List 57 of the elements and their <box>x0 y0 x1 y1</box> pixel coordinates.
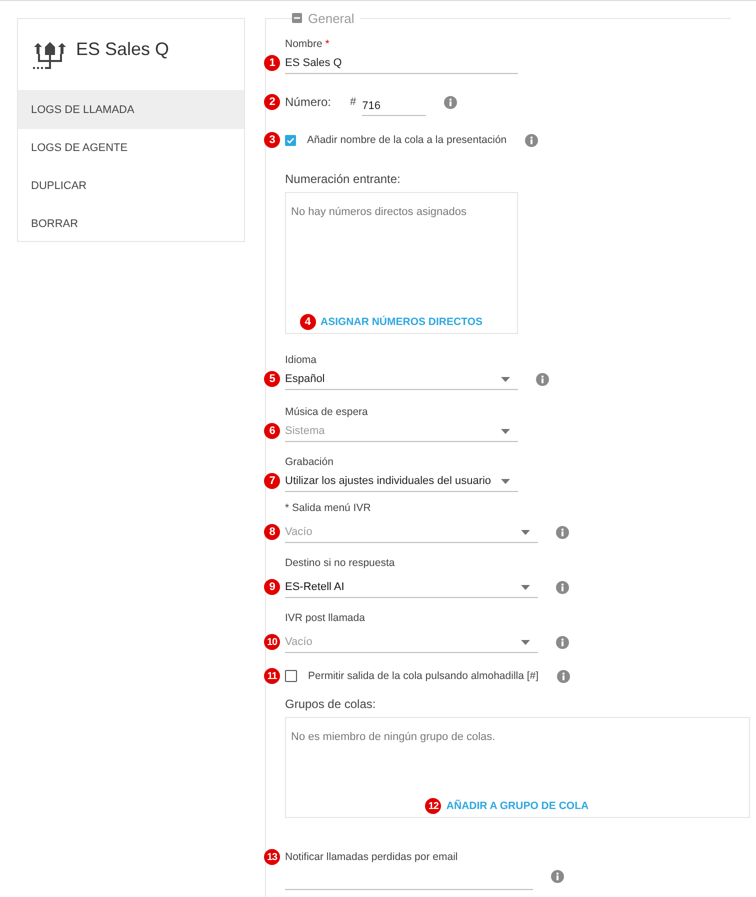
step-marker: 3 <box>264 132 280 148</box>
step-marker: 6 <box>264 423 280 439</box>
field-label: Grabación <box>285 455 334 469</box>
section-title: General <box>308 10 354 26</box>
caret-icon <box>501 429 510 434</box>
step-marker: 4 <box>300 314 316 330</box>
field-label: Música de espera <box>285 405 368 419</box>
info-icon[interactable] <box>556 670 570 682</box>
step-marker: 12 <box>425 798 442 814</box>
field-label: Grupos de colas: <box>285 697 376 711</box>
step-marker: 1 <box>264 55 280 71</box>
field-label: * Salida menú IVR <box>285 501 371 515</box>
field-label: IVR post llamada <box>285 611 365 625</box>
sidebar-item[interactable]: DUPLICAR <box>18 167 244 205</box>
caret-icon <box>501 377 510 382</box>
step-marker: 2 <box>264 94 280 110</box>
checkbox-label: Permitir salida de la cola pulsando almohadilla [#] <box>308 670 539 682</box>
field-label: Nombre * <box>285 37 330 51</box>
info-icon[interactable] <box>556 581 569 594</box>
info-icon[interactable] <box>524 134 538 146</box>
dropdown[interactable]: Utilizar los ajustes individuales del usuario <box>285 471 518 492</box>
empty-message: No es miembro de ningún grupo de colas. <box>291 731 496 743</box>
checkbox[interactable] <box>285 670 297 682</box>
field-label: Destino si no respuesta <box>285 556 395 570</box>
step-marker: 8 <box>264 524 280 540</box>
dropdown[interactable]: ES-Retell AI <box>285 577 538 598</box>
sidebar-item[interactable]: LOGS DE LLAMADA <box>18 91 244 129</box>
dropdown[interactable]: Español <box>285 369 518 390</box>
field-label: Número: <box>285 95 332 109</box>
step-marker: 13 <box>264 849 280 865</box>
caret-icon <box>501 479 510 484</box>
input-field[interactable]: ES Sales Q <box>285 53 518 74</box>
empty-message: No hay números directos asignados <box>291 206 466 218</box>
field-label: Notificar llamadas perdidas por email <box>285 850 458 864</box>
caret-icon <box>521 640 530 645</box>
step-marker: 5 <box>264 371 280 387</box>
info-icon[interactable] <box>556 636 569 649</box>
info-icon[interactable] <box>556 526 569 539</box>
prefix-symbol: # <box>350 96 356 108</box>
queue-title: ES Sales Q <box>76 39 170 60</box>
info-icon[interactable] <box>444 96 458 108</box>
caret-icon <box>521 530 530 535</box>
sidebar-item[interactable]: LOGS DE AGENTE <box>18 129 244 167</box>
caret-icon <box>521 585 530 590</box>
input-field[interactable]: 716 <box>362 96 426 116</box>
collapse-icon[interactable] <box>292 13 302 23</box>
info-icon[interactable] <box>536 373 549 386</box>
info-icon[interactable] <box>551 870 564 882</box>
step-marker: 7 <box>264 473 280 489</box>
field-label: Numeración entrante: <box>285 172 400 186</box>
step-marker: 10 <box>264 634 280 650</box>
field-label: Idioma <box>285 353 317 367</box>
checkbox[interactable] <box>285 134 296 146</box>
step-marker: 11 <box>264 668 280 684</box>
step-marker: 9 <box>264 579 280 595</box>
checkbox-label: Añadir nombre de la cola a la presentación <box>307 134 507 146</box>
sidebar-item[interactable]: BORRAR <box>18 205 244 243</box>
